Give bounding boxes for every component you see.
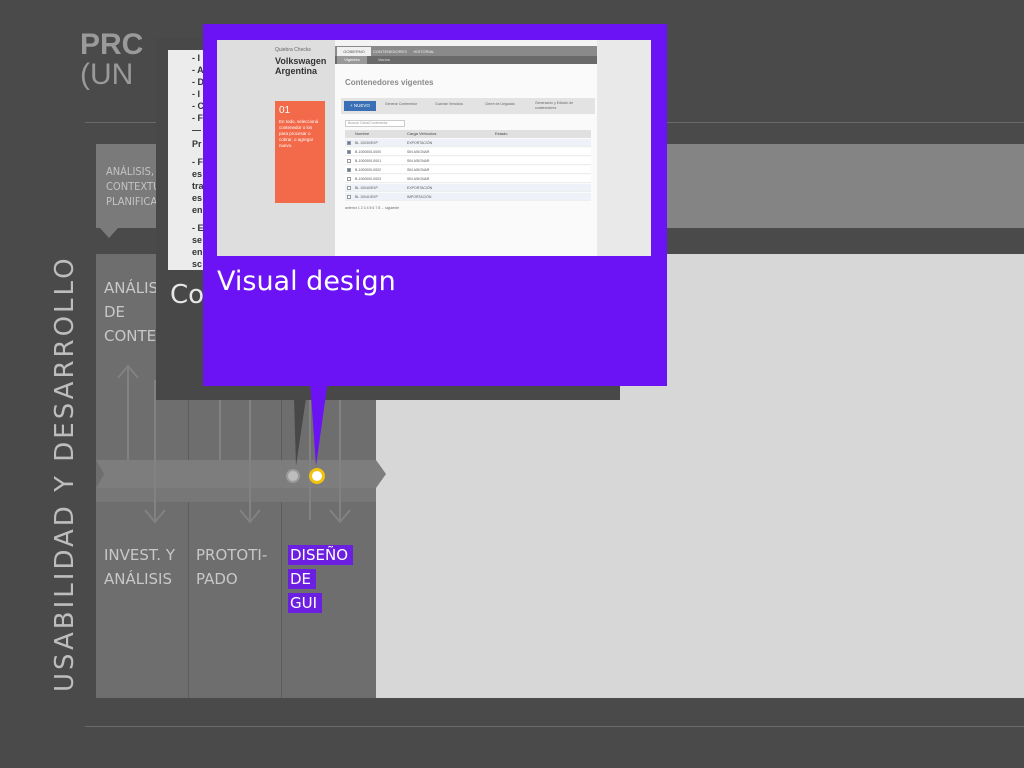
screenshot-pagination[interactable]: anterior 1 2 3 4 5 6 7 8 ... siguiente — [345, 206, 399, 210]
callout-number: 01 — [279, 105, 291, 116]
table-row[interactable]: B-1000000-0003 SIN ASIGNAR — [345, 175, 591, 183]
title-line-1: PRC — [80, 28, 144, 61]
screenshot-heading: Contenedores vigentes — [345, 78, 434, 87]
label-line: PADO — [196, 570, 238, 588]
label-line: PROTOTI- — [196, 546, 268, 564]
row-type: SIN ASIGNAR — [407, 177, 430, 181]
toolbar-item[interactable]: Generación y Edición de contenedores — [535, 101, 591, 111]
callout-text: En todo, seleccioná contenedor o los par… — [279, 119, 319, 148]
table-row[interactable]: B-1000000-0000 SIN ASIGNAR — [345, 148, 591, 156]
col-header: Carga Vehículos — [407, 131, 437, 136]
row-name: B-1000000-0000 — [355, 150, 382, 154]
screenshot-right-margin — [597, 40, 651, 256]
slide-title: PRC (UN — [80, 30, 143, 90]
brand-small: Quiebra Checks — [275, 47, 311, 53]
row-checkbox[interactable] — [347, 159, 351, 163]
row-type: EXPORTACIÓN — [407, 186, 433, 190]
brand-line: Argentina — [275, 66, 318, 76]
callout-pointer — [294, 380, 328, 466]
tab-historial[interactable]: HISTORIAL — [409, 47, 439, 56]
col-header: Estado — [495, 131, 508, 136]
row-name: B-1000000-0001 — [355, 159, 382, 163]
toolbar-item[interactable]: Cierre de Llegadas — [485, 102, 515, 106]
row-type: EXPORTACIÓN — [407, 141, 433, 145]
table-row[interactable]: BL 10041/EXP IMPORTACIÓN — [345, 193, 591, 201]
row-type: SIN ASIGNAR — [407, 150, 430, 154]
table-row[interactable]: B-1000000-0001 SIN ASIGNAR — [345, 157, 591, 165]
highlight-line: GUI — [288, 593, 323, 613]
col-header: Nombre — [355, 131, 370, 136]
table-row[interactable]: B-1000000-0002 SIN ASIGNAR — [345, 166, 591, 174]
tab-gobierno[interactable]: GOBIERNO — [337, 47, 371, 56]
row-name: BL 10041/EXP — [355, 195, 378, 199]
highlight-line: DE — [288, 569, 317, 589]
column-3-label: DISEÑO DE GUI — [288, 543, 354, 615]
divider-bottom — [85, 726, 1024, 727]
brand-name: Volkswagen Argentina — [275, 56, 326, 76]
table-row[interactable]: BL 10040/EXP EXPORTACIÓN — [345, 184, 591, 192]
highlight-line: DISEÑO — [288, 545, 354, 565]
column-2-label: PROTOTI- PADO — [196, 543, 267, 591]
row-checkbox[interactable] — [347, 150, 351, 154]
toolbar-item[interactable]: Guardar Vencidos — [435, 102, 463, 106]
popup-title: Visual design — [217, 266, 396, 297]
row-type: SIN ASIGNAR — [407, 159, 430, 163]
subtab-vigentes[interactable]: Vigentes — [337, 56, 367, 64]
row-checkbox[interactable] — [347, 186, 351, 190]
column-1-label: INVEST. Y ANÁLISIS — [104, 543, 175, 591]
row-name: B-1000000-0002 — [355, 168, 382, 172]
top-band-label: ANÁLISIS, CONTEXTU PLANIFICA — [106, 164, 160, 209]
subtab-vacios[interactable]: Vacíos — [369, 56, 399, 64]
row-checkbox[interactable] — [347, 195, 351, 199]
top-band-line: PLANIFICA — [106, 195, 158, 208]
row-checkbox[interactable] — [347, 141, 351, 145]
vertical-section-label: USABILIDAD Y DESARROLLO — [50, 255, 80, 692]
new-button[interactable]: + NUEVO — [344, 101, 376, 111]
table-row[interactable]: BL 10030/EXP EXPORTACIÓN — [345, 139, 591, 147]
row-name: BL 10030/EXP — [355, 141, 378, 145]
popup-screenshot: Quiebra Checks Volkswagen Argentina 01 E… — [217, 40, 651, 256]
row-type: SIN ASIGNAR — [407, 168, 430, 172]
row-type: IMPORTACIÓN — [407, 195, 432, 199]
toolbar-item[interactable]: Generar Contenedor — [385, 102, 417, 106]
top-band-pointer — [100, 228, 118, 238]
title-line-2: (UN — [80, 58, 134, 91]
timeline-dot-inactive[interactable] — [286, 469, 300, 483]
brand-line: Volkswagen — [275, 56, 327, 66]
label-line: INVEST. Y — [104, 546, 175, 564]
row-name: BL 10040/EXP — [355, 186, 378, 190]
back-card-heading: Co — [170, 280, 205, 310]
top-band-line: CONTEXTU — [106, 180, 161, 193]
row-checkbox[interactable] — [347, 177, 351, 181]
screenshot-search-input[interactable]: Buscar Carta/Contenedor — [345, 120, 405, 127]
top-band-line: ANÁLISIS, — [106, 165, 154, 178]
callout-orange: 01 En todo, seleccioná contenedor o los … — [275, 101, 325, 203]
row-name: B-1000000-0003 — [355, 177, 382, 181]
label-line: ANÁLISIS — [104, 570, 172, 588]
row-checkbox[interactable] — [347, 168, 351, 172]
screenshot-table-header: Nombre Carga Vehículos Estado — [345, 130, 591, 138]
tab-contenedores[interactable]: CONTENEDORES — [373, 47, 407, 56]
timeline-dot-active[interactable] — [309, 468, 325, 484]
